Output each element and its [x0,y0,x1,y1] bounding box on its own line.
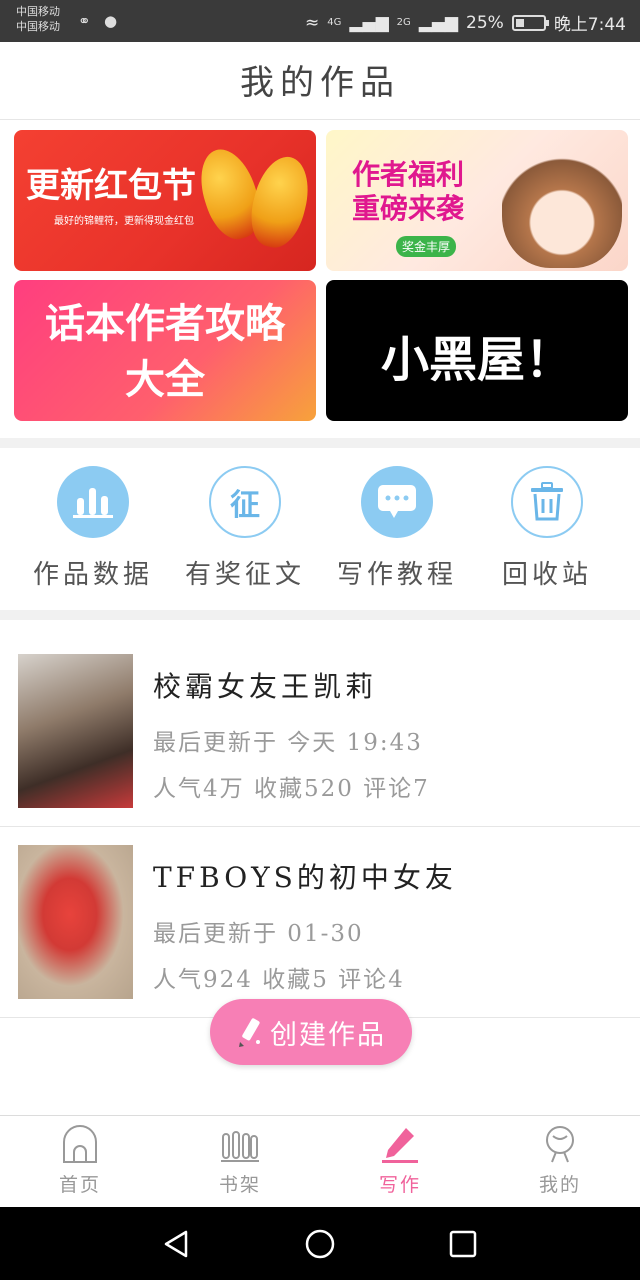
tab-label: 书架 [218,1174,261,1196]
signal-icon: ▂▄▆ [349,12,389,33]
menu-label: 回收站 [501,560,592,590]
work-updated: 最后更新于 今天 19:43 [153,730,423,756]
net-1-label: 4G [327,17,342,28]
menu-item-work-data[interactable]: 作品数据 [18,466,168,591]
cover-image [18,845,133,999]
tab-bookshelf[interactable]: 书架 [160,1124,320,1197]
battery-percent: 25% [466,12,504,33]
koi-fish-image-2 [243,151,316,253]
carrier-2: 中国移动 [16,20,60,33]
banner-2-title: 作者福利 重磅来袭 [352,158,464,226]
banner-black-room[interactable]: 小黑屋！ [326,280,628,421]
tab-write[interactable]: 写作 [320,1124,480,1197]
tab-label: 写作 [378,1174,421,1196]
banner-1-title: 更新红包节 [26,166,196,206]
bar-chart-icon [57,466,129,538]
pencil-icon [239,1018,260,1047]
menu-item-tutorial[interactable]: 写作教程 [322,466,472,591]
work-updated: 最后更新于 01-30 [153,921,364,947]
banner-3-line-2: 大全 [125,357,205,403]
bookshelf-icon [221,1131,259,1162]
banner-4-title: 小黑屋！ [380,332,573,388]
banner-author-welfare[interactable]: 作者福利 重磅来袭 奖金丰厚 [326,130,628,271]
menu-label: 有奖征文 [184,560,305,590]
tab-label: 首页 [58,1174,101,1196]
recents-icon[interactable] [448,1229,478,1259]
anime-girl-image [502,138,622,268]
cover-image [18,654,133,808]
banner-3-title: 话本作者攻略 大全 [14,296,316,408]
status-bar: 中国移动 中国移动 ⚭ ● ≈ 4G ▂▄▆ 2G ▂▄▆ 25% 晚上7:44 [0,0,640,42]
carrier-1: 中国移动 [16,5,60,18]
pen-icon [382,1128,418,1163]
banner-2-badge: 奖金丰厚 [396,236,457,257]
menu-label: 写作教程 [336,560,457,590]
section-divider [0,438,640,448]
menu-item-recycle-bin[interactable]: 回收站 [472,466,622,591]
page-title: 我的作品 [240,63,400,103]
tab-home[interactable]: 首页 [0,1124,160,1197]
banner-2-line-2: 重磅来袭 [352,192,465,225]
work-stats: 人气924 收藏5 评论4 [153,967,405,993]
tab-label: 我的 [538,1174,581,1196]
home-circle-icon[interactable] [304,1228,336,1260]
wifi-icon: ≈ [305,12,320,33]
trash-icon [511,466,583,538]
banner-author-guide[interactable]: 话本作者攻略 大全 [14,280,316,421]
banner-red-packet[interactable]: 更新红包节 最好的锦鲤符，更新得现金红包 [14,130,316,271]
work-title: TFBOYS的初中女友 [153,861,457,894]
work-title: 校霸女友王凯莉 [153,670,378,703]
bottom-tab-bar: 首页 书架 写作 我的 [0,1115,640,1207]
banner-3-line-1: 话本作者攻略 [45,301,285,347]
notification-icon: ⚭ [78,12,91,30]
create-button-label: 创建作品 [270,1019,386,1051]
status-right: ≈ 4G ▂▄▆ 2G ▂▄▆ 25% 晚上7:44 [305,10,626,36]
menu-label: 作品数据 [32,560,153,590]
header: 我的作品 [0,42,640,120]
quick-menu: 作品数据 征 有奖征文 写作教程 回收站 [0,450,640,610]
signal-icon-2: ▂▄▆ [418,12,459,33]
create-work-button[interactable]: 创建作品 [210,999,412,1065]
list-item[interactable]: TFBOYS的初中女友 最后更新于 01-30 人气924 收藏5 评论4 [0,828,640,1018]
lightbulb-icon: ● [104,12,118,30]
profile-icon [546,1126,574,1163]
list-item[interactable]: 校霸女友王凯莉 最后更新于 今天 19:43 人气4万 收藏520 评论7 [0,637,640,827]
clock: 晚上7:44 [553,15,626,35]
net-2-label: 2G [396,17,411,28]
work-stats: 人气4万 收藏520 评论7 [153,776,430,802]
tab-profile[interactable]: 我的 [480,1124,640,1197]
banner-1-subtitle: 最好的锦鲤符，更新得现金红包 [54,216,194,227]
home-icon [63,1125,97,1163]
chat-bubble-icon [361,466,433,538]
banner-2-line-1: 作者福利 [352,158,465,191]
battery-icon [511,14,549,31]
system-nav-bar [0,1207,640,1280]
section-divider [0,610,640,620]
zheng-glyph: 征 [230,488,260,523]
menu-item-contest[interactable]: 征 有奖征文 [170,466,320,591]
zheng-badge-icon: 征 [209,466,281,538]
back-icon[interactable] [162,1229,192,1259]
carrier-info: 中国移动 中国移动 [16,4,60,34]
